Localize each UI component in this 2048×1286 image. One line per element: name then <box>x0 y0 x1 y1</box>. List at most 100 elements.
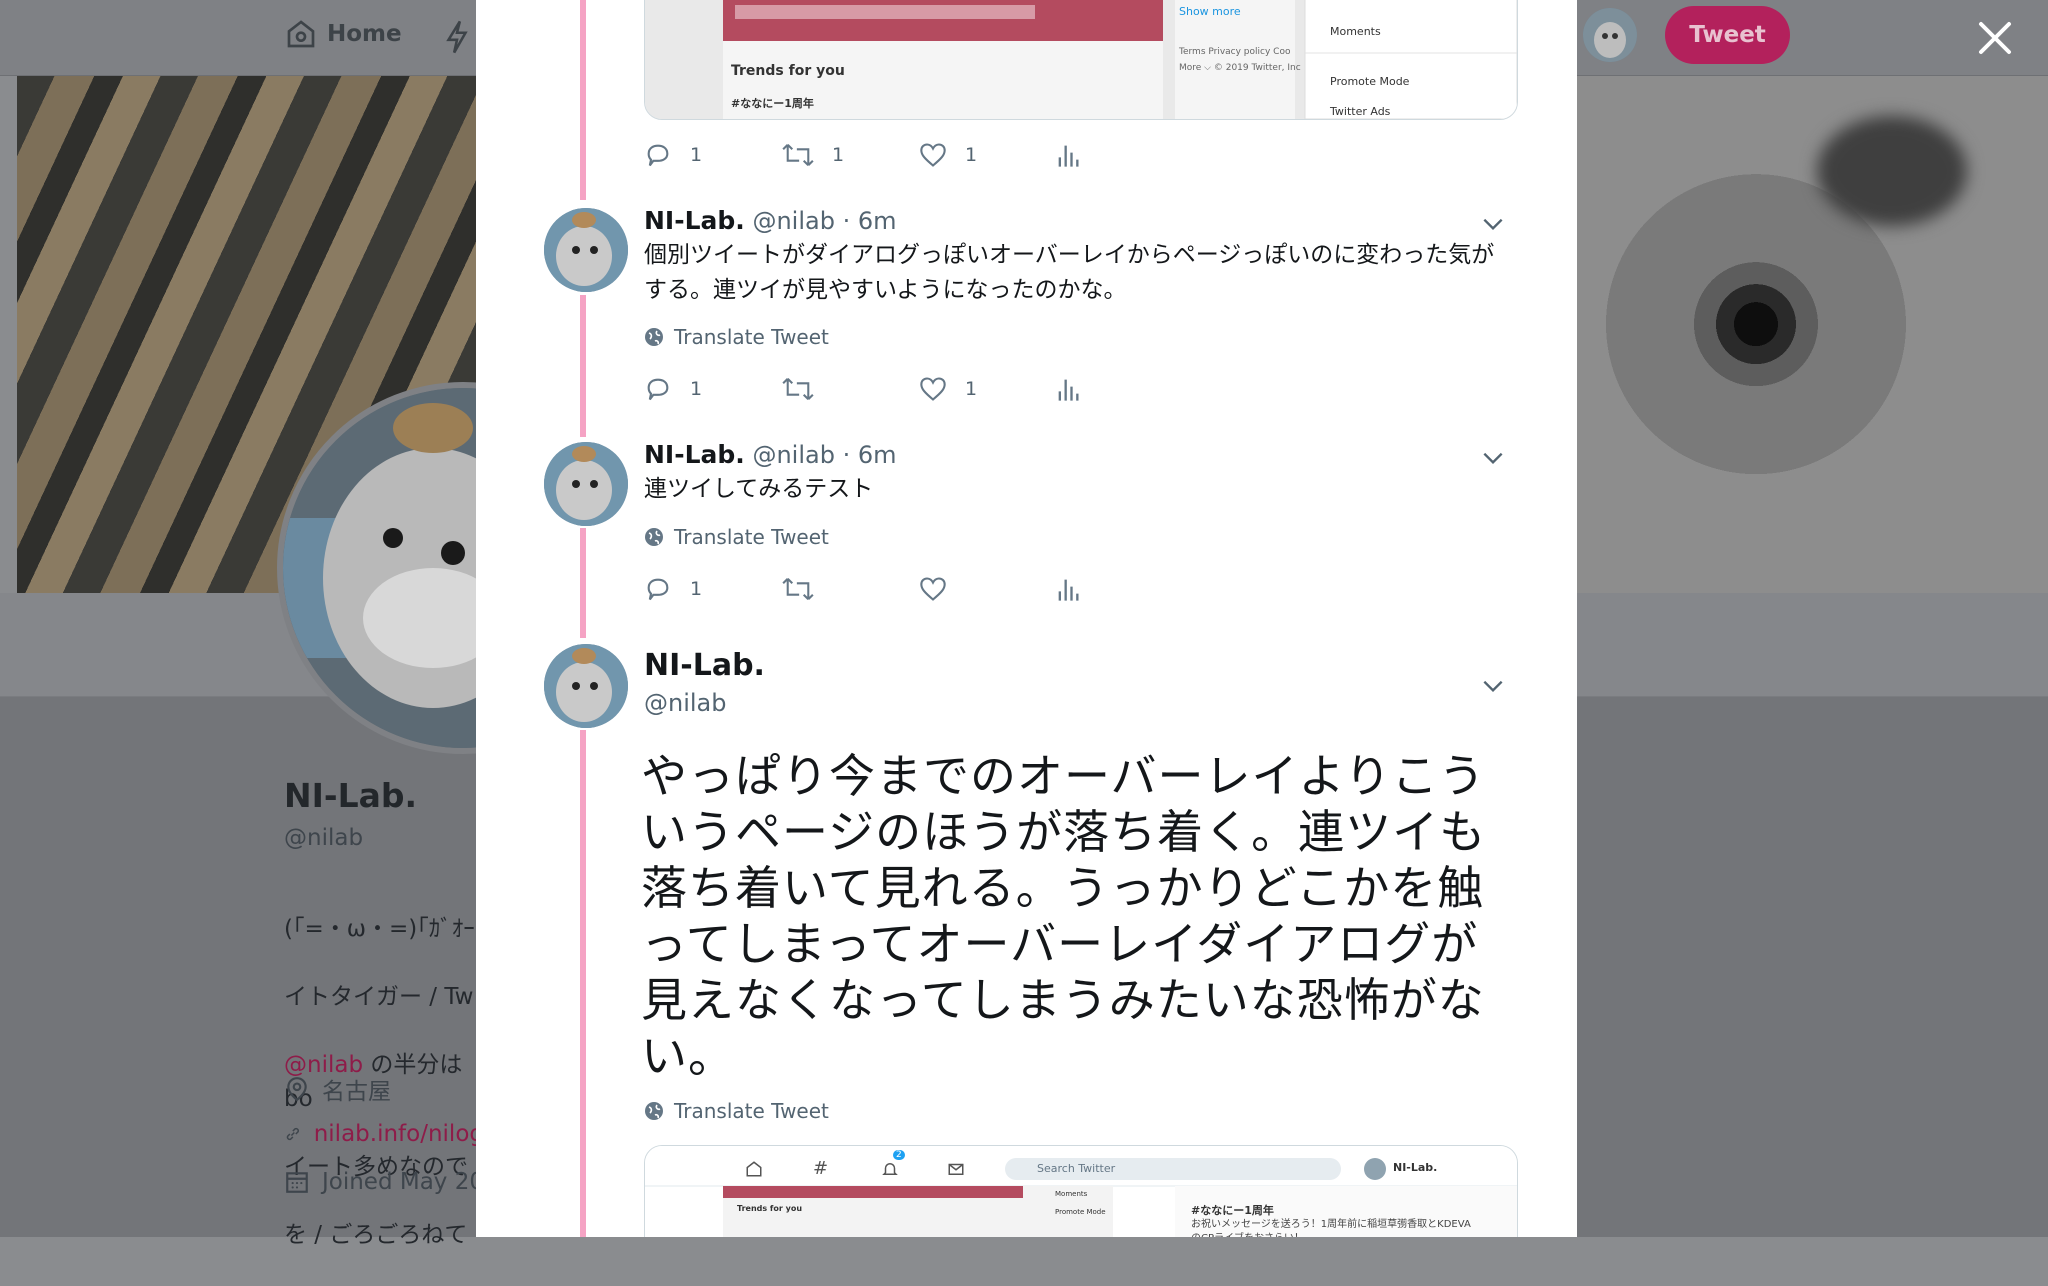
reply-button[interactable]: 1 <box>644 141 702 169</box>
tweet-text: 連ツイしてみるテスト <box>644 476 874 502</box>
tweet-author-handle[interactable]: @nilab <box>752 207 835 235</box>
nav-home[interactable]: Home <box>285 18 402 50</box>
main-tweet-author-name[interactable]: NI-Lab. <box>644 648 765 683</box>
reply-button[interactable]: 1 <box>644 375 702 403</box>
translate-tweet-link[interactable]: Translate Tweet <box>644 1099 829 1123</box>
trends-title: Trends for you <box>731 63 845 79</box>
nav-avatar[interactable] <box>1583 8 1637 62</box>
translate-tweet-label[interactable]: Translate Tweet <box>674 525 829 549</box>
retweet-button[interactable]: 1 <box>782 141 844 169</box>
retweet-icon <box>782 577 814 601</box>
hashtag-icon: # <box>813 1158 829 1179</box>
footer-links: Terms Privacy policy Coo <box>1179 47 1291 57</box>
chevron-down-icon[interactable] <box>1480 445 1506 471</box>
tweet-author-name[interactable]: NI-Lab. <box>644 206 745 235</box>
globe-icon <box>645 328 663 346</box>
translate-tweet-label[interactable]: Translate Tweet <box>674 1099 829 1123</box>
reply-count: 1 <box>690 144 703 166</box>
tweet-media-image[interactable]: Show more Trends for you #ななにー1周年 Terms … <box>644 0 1518 120</box>
reply-count: 1 <box>690 378 703 400</box>
profile-name: NI-Lab. <box>284 776 418 815</box>
main-tweet-author-handle[interactable]: @nilab <box>644 689 727 717</box>
reply-icon <box>647 578 669 601</box>
lightning-icon <box>446 20 468 54</box>
search-placeholder: Search Twitter <box>1037 1162 1116 1175</box>
nav-moments[interactable] <box>445 20 469 58</box>
reply-button[interactable]: 1 <box>644 575 702 603</box>
analytics-button[interactable] <box>1056 575 1080 603</box>
like-button[interactable]: 1 <box>919 141 977 169</box>
reply-icon <box>647 378 669 401</box>
menu-promote-mode: Promote Mode <box>1055 1208 1106 1216</box>
location-pin-icon <box>287 1077 307 1102</box>
like-count: 1 <box>965 144 978 166</box>
close-icon[interactable] <box>1975 18 2015 58</box>
tweet-time[interactable]: · 6m <box>843 207 897 235</box>
tweet-avatar[interactable] <box>544 208 628 292</box>
thread-line <box>580 295 586 437</box>
profile-joined: Joined May 20 <box>284 1169 484 1195</box>
menu-moments: Moments <box>1330 25 1381 38</box>
translate-tweet-link[interactable]: Translate Tweet <box>644 325 829 349</box>
retweet-button[interactable] <box>782 575 832 603</box>
nav-home-label: Home <box>327 21 402 47</box>
thread-line <box>580 0 586 200</box>
tweet-author-handle[interactable]: @nilab <box>752 441 835 469</box>
reply-count: 1 <box>690 578 703 600</box>
analytics-icon <box>1058 379 1079 401</box>
retweet-icon <box>782 377 814 401</box>
retweet-button[interactable] <box>782 375 832 403</box>
profile-location-text: 名古屋 <box>322 1079 391 1105</box>
mail-icon <box>948 1163 964 1175</box>
like-button[interactable]: 1 <box>919 375 977 403</box>
like-count: 1 <box>965 378 978 400</box>
home-icon <box>287 20 315 48</box>
footer-links-2: More ⌵ © 2019 Twitter, Inc <box>1179 63 1301 73</box>
trends-title: Trends for you <box>737 1204 803 1213</box>
retweet-count: 1 <box>832 144 845 166</box>
calendar-icon <box>286 1172 308 1193</box>
tweet-actions: 1 1 <box>644 375 1084 409</box>
analytics-button[interactable] <box>1056 141 1080 169</box>
heart-icon <box>920 577 946 601</box>
profile-website-text[interactable]: nilab.info/nilog <box>314 1121 484 1147</box>
tweet-compose-button[interactable]: Tweet <box>1665 6 1790 64</box>
tweet-actions: 1 <box>644 575 1084 609</box>
profile-handle: @nilab <box>284 825 364 851</box>
tweet-author-name[interactable]: NI-Lab. <box>644 440 745 469</box>
analytics-icon <box>1058 145 1079 167</box>
show-more-link: Show more <box>1179 5 1241 18</box>
account-name: NI-Lab. <box>1393 1161 1438 1174</box>
menu-promote-mode: Promote Mode <box>1330 75 1410 88</box>
tweet-thread-panel: Show more Trends for you #ななにー1周年 Terms … <box>476 0 1577 1237</box>
like-button[interactable] <box>919 575 965 603</box>
globe-icon <box>645 1102 663 1120</box>
profile-location: 名古屋 <box>284 1072 484 1106</box>
menu-moments: Moments <box>1055 1190 1088 1198</box>
tweet-media-image[interactable]: # 2 Search Twitter NI-Lab. Trends for yo… <box>644 1145 1518 1237</box>
link-icon <box>286 1127 299 1141</box>
bio-line: (｢=・ω・=)｢ｶﾞｵｰ <box>284 916 475 942</box>
heart-icon <box>920 377 946 401</box>
tweet-avatar[interactable] <box>544 442 628 526</box>
chevron-down-icon[interactable] <box>1480 211 1506 237</box>
thread-line <box>580 730 586 1237</box>
tweet-header: NI-Lab. @nilab · 6m <box>644 440 896 469</box>
notification-badge: 2 <box>893 1150 905 1160</box>
bell-icon <box>882 1163 898 1175</box>
profile-website[interactable]: nilab.info/nilog <box>284 1121 484 1147</box>
translate-tweet-label[interactable]: Translate Tweet <box>674 325 829 349</box>
translate-tweet-link[interactable]: Translate Tweet <box>644 525 829 549</box>
tweet-avatar[interactable] <box>544 644 628 728</box>
analytics-icon <box>1058 579 1079 601</box>
trend-tag: #ななにー1周年 <box>731 97 814 110</box>
thread-line <box>580 528 586 638</box>
trend-text: お祝いメッセージを送ろう！1周年前に稲垣草彅香取とKDEVAのCPライブをおさら… <box>1191 1219 1471 1237</box>
chevron-down-icon[interactable] <box>1480 673 1506 699</box>
home-icon <box>746 1161 762 1177</box>
retweet-icon <box>782 143 814 167</box>
tweet-time[interactable]: · 6m <box>843 441 897 469</box>
globe-icon <box>645 528 663 546</box>
analytics-button[interactable] <box>1056 375 1080 403</box>
reply-icon <box>647 144 669 167</box>
